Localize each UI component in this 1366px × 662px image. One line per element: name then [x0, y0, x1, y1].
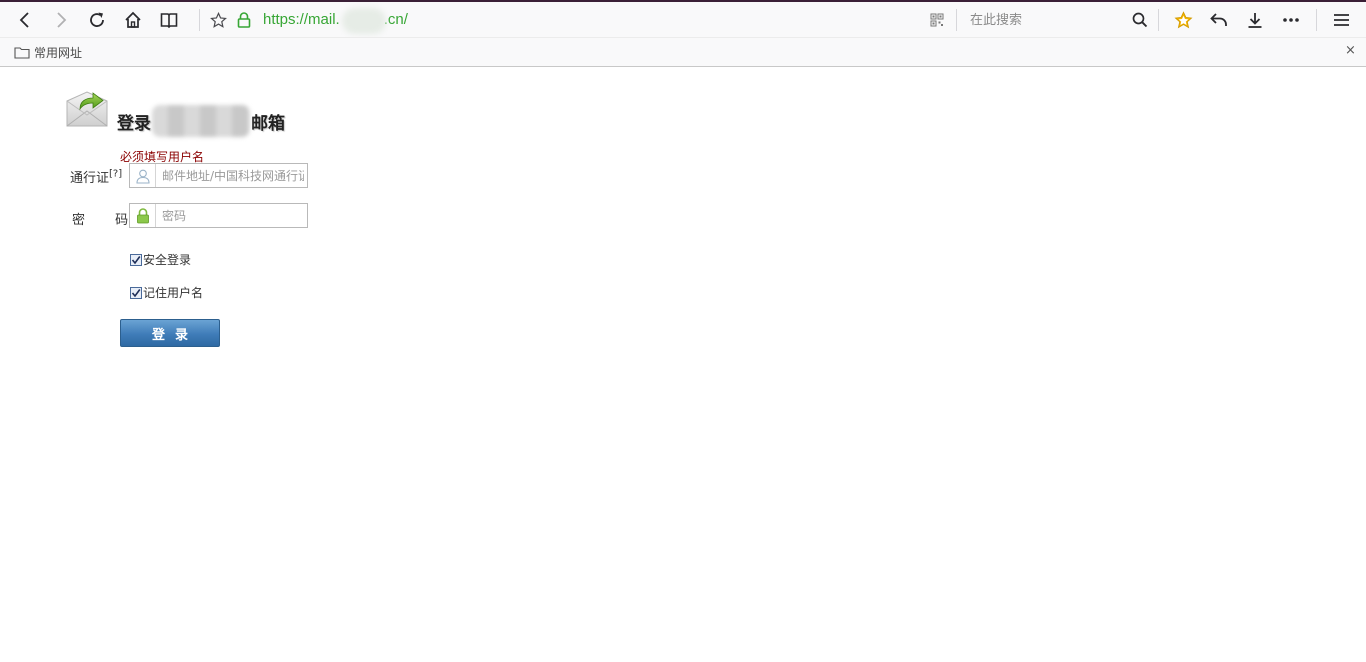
site-security-indicator[interactable]: [231, 7, 257, 33]
reload-icon: [90, 12, 104, 27]
username-input[interactable]: [156, 165, 304, 186]
search-button[interactable]: [1127, 7, 1153, 33]
folder-icon: [14, 47, 30, 59]
title-suffix: 邮箱: [251, 113, 285, 134]
home-button[interactable]: [120, 7, 146, 33]
url-suffix: .cn/: [383, 11, 408, 28]
remember-username-label: 记住用户名: [143, 286, 204, 300]
checkmark-icon: [131, 255, 141, 264]
browser-toolbar: https://mail. .cn/: [0, 2, 1366, 37]
search-input[interactable]: [964, 8, 1154, 32]
address-bar-url[interactable]: https://mail. .cn/: [263, 11, 408, 28]
home-icon: [125, 11, 141, 28]
star-outline-icon: [209, 11, 227, 28]
user-icon: [130, 164, 156, 187]
forward-arrow-icon: [57, 12, 67, 28]
username-field[interactable]: [129, 163, 308, 188]
username-help-link[interactable]: [?]: [109, 169, 122, 180]
ellipsis-icon: [1283, 18, 1299, 22]
toolbar-separator: [199, 9, 200, 31]
url-prefix: https://mail.: [263, 11, 340, 28]
username-label: 通行证[?]: [70, 167, 122, 186]
toolbar-separator: [1316, 9, 1317, 31]
app-menu-button[interactable]: [1328, 7, 1354, 33]
url-redaction-blur: [342, 8, 386, 34]
reload-button[interactable]: [84, 7, 110, 33]
toolbar-separator: [956, 9, 957, 31]
username-label-text: 通行证: [70, 171, 110, 186]
back-arrow-icon: [19, 12, 29, 28]
close-bookmarks-bar-button[interactable]: ×: [1345, 43, 1356, 58]
remember-username-checkbox[interactable]: [130, 286, 142, 299]
search-icon: [1132, 12, 1148, 28]
mail-envelope-logo-icon: [66, 89, 108, 133]
bookmark-folder-common[interactable]: 常用网址: [14, 44, 82, 61]
hamburger-menu-icon: [1333, 14, 1349, 26]
password-label: 密 码: [72, 213, 129, 228]
bookmarks-toolbar: 常用网址 ×: [0, 37, 1366, 67]
remember-username-option[interactable]: 记住用户名: [130, 284, 203, 301]
bookmark-page-button[interactable]: [205, 7, 231, 33]
reading-book-icon: [160, 13, 178, 29]
password-field[interactable]: [129, 203, 308, 228]
login-button[interactable]: 登录: [120, 319, 220, 347]
secure-login-checkbox[interactable]: [130, 253, 142, 266]
more-tools-button[interactable]: [1278, 7, 1304, 33]
bookmarks-menu-button[interactable]: [1170, 7, 1196, 33]
forward-button[interactable]: [48, 7, 74, 33]
title-prefix: 登录: [117, 113, 151, 134]
page-title: 登录 邮箱: [117, 105, 285, 137]
secure-login-label: 安全登录: [143, 253, 192, 267]
downloads-button[interactable]: [1242, 7, 1268, 33]
web-page: 登录 邮箱 必须填写用户名 通行证[?] 密 码 安全登录 记住用户名 登录: [0, 67, 1366, 662]
undo-arrow-icon: [1210, 13, 1227, 26]
undo-close-button[interactable]: [1206, 7, 1232, 33]
title-redaction-blur: [152, 105, 250, 137]
password-input[interactable]: [156, 205, 304, 226]
lock-icon: [130, 204, 156, 227]
download-icon: [1248, 13, 1262, 28]
lock-icon: [237, 12, 251, 28]
star-filled-icon: [1173, 10, 1193, 28]
checkmark-icon: [131, 288, 141, 297]
bookmark-folder-label: 常用网址: [34, 46, 83, 60]
toolbar-separator: [1158, 9, 1159, 31]
secure-login-option[interactable]: 安全登录: [130, 251, 191, 268]
back-button[interactable]: [12, 7, 38, 33]
qr-code-icon: [930, 13, 944, 27]
qr-code-button[interactable]: [924, 7, 950, 33]
library-button[interactable]: [156, 7, 182, 33]
